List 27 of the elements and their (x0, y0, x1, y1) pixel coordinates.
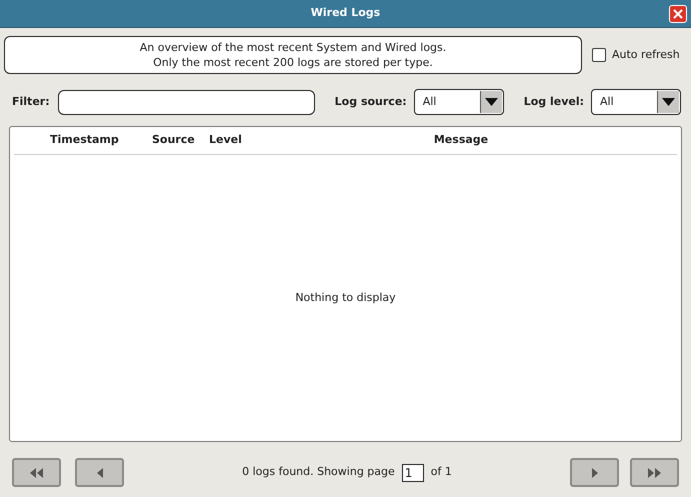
auto-refresh-checkbox[interactable] (592, 48, 606, 62)
auto-refresh-label: Auto refresh (612, 46, 680, 63)
column-header[interactable]: Source (152, 132, 209, 149)
caret-icon (484, 98, 498, 106)
empty-message: Nothing to display (295, 290, 396, 306)
window-title: Wired Logs (310, 5, 380, 22)
filter-label: Filter: (12, 94, 50, 110)
previous-icon (96, 468, 102, 478)
dropdown[interactable]: All (414, 89, 504, 115)
next-icon (592, 468, 598, 478)
pager-status: 0 logs found. Showing page (242, 464, 395, 480)
close-icon (673, 9, 683, 19)
first-page-icon (30, 468, 44, 478)
log-level-label: Log level: (524, 94, 584, 110)
dropdown[interactable]: All (591, 89, 681, 115)
last-page-icon (648, 468, 662, 478)
close-button[interactable] (669, 5, 687, 23)
filter-field[interactable] (58, 90, 315, 114)
caret-icon (662, 98, 675, 106)
info-text: An overview of the most recent System and Wired logs. (140, 40, 446, 55)
page-count: of 1 (430, 464, 452, 480)
info-text: Only the most recent 200 logs are stored per type. (153, 55, 433, 70)
column-header[interactable]: Message (249, 132, 673, 149)
page-field[interactable]: 1 (402, 464, 424, 482)
column-header[interactable]: Level (209, 132, 249, 149)
log-source-label: Log source: (334, 94, 407, 110)
column-header[interactable]: Timestamp (50, 132, 152, 149)
